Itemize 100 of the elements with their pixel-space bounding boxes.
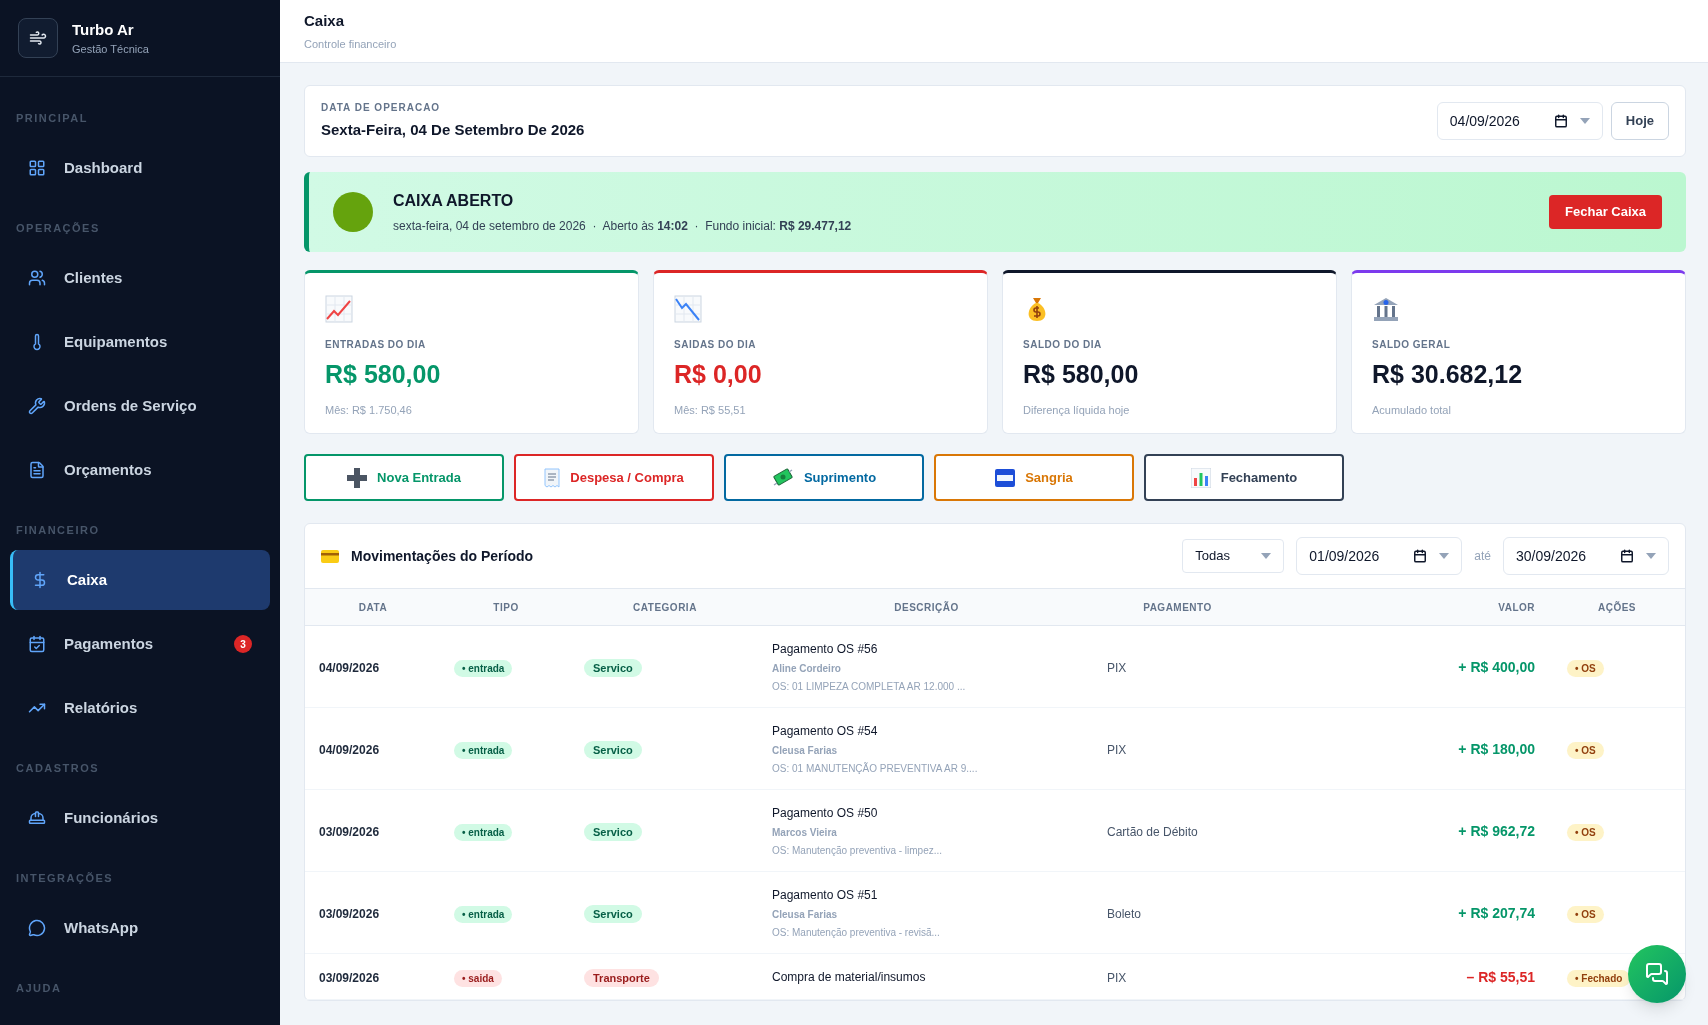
- status-tag[interactable]: • OS: [1567, 905, 1604, 923]
- action-button[interactable]: Suprimento: [724, 454, 924, 501]
- order-detail: OS: Manutenção preventiva - revisã...: [772, 925, 941, 940]
- chat-icon: [1645, 962, 1669, 986]
- nav-icon: [28, 919, 46, 937]
- stat-note: Mês: R$ 1.750,46: [325, 402, 413, 418]
- caret-icon: [1439, 553, 1450, 559]
- stat-note: Acumulado total: [1372, 402, 1452, 418]
- nav-item[interactable]: Pagamentos 3: [10, 614, 270, 674]
- type-filter[interactable]: Todas: [1182, 539, 1285, 573]
- column-header: VALOR: [1498, 601, 1535, 613]
- value-cell: + R$ 400,00: [1458, 658, 1535, 675]
- status-tag[interactable]: • OS: [1567, 659, 1604, 677]
- payment-cell: Cartão de Débito: [1107, 824, 1198, 839]
- start-date-field[interactable]: 01/09/2026: [1296, 537, 1463, 575]
- column-header: PAGAMENTO: [1143, 601, 1212, 613]
- client-name: Aline Cordeiro: [772, 661, 842, 676]
- client-name: Marcos Vieira: [772, 825, 838, 840]
- section-label: INTEGRAÇÕES: [16, 870, 114, 886]
- value-cell: + R$ 962,72: [1458, 822, 1535, 839]
- payment-cell: PIX: [1107, 742, 1127, 757]
- plus-icon: [347, 467, 368, 488]
- action-button[interactable]: Despesa / Compra: [514, 454, 714, 501]
- close-register-button[interactable]: Fechar Caixa: [1549, 195, 1662, 229]
- end-date-field[interactable]: 30/09/2026: [1503, 537, 1669, 575]
- section-label: PRINCIPAL: [16, 110, 88, 126]
- status-details: sexta-feira, 04 de setembro de 2026 · Aberto às 14:02 · Fundo inicial: R$ 29.477,12: [393, 218, 853, 235]
- caret-icon: [1579, 118, 1590, 124]
- description-text: Pagamento OS #56: [772, 640, 879, 658]
- count-badge: 3: [234, 635, 252, 653]
- bar-chart-icon: [1190, 467, 1211, 488]
- until-label: até: [1474, 548, 1491, 565]
- credit-card-icon: [321, 549, 339, 563]
- stat-value: R$ 0,00: [674, 359, 763, 390]
- date-label: DATA DE OPERACAO: [321, 101, 442, 116]
- stat-label: SALDO GERAL: [1372, 338, 1452, 352]
- nav-item[interactable]: Equipamentos: [10, 312, 270, 372]
- chart-up-icon: [325, 295, 353, 323]
- page-subtitle: Controle financeiro: [304, 37, 398, 52]
- nav-item[interactable]: Caixa: [10, 550, 270, 610]
- atm-icon: [995, 468, 1016, 487]
- column-header: CATEGORIA: [633, 601, 697, 613]
- type-tag: • saida: [454, 969, 502, 987]
- client-name: Cleusa Farias: [772, 907, 839, 922]
- value-cell: + R$ 207,74: [1458, 904, 1535, 921]
- order-detail: OS: Manutenção preventiva - limpez...: [772, 843, 944, 858]
- payment-cell: PIX: [1107, 660, 1127, 675]
- brand-subtitle: Gestão Técnica: [72, 42, 149, 57]
- section-label: FINANCEIRO: [16, 522, 100, 538]
- nav-item[interactable]: Dashboard: [10, 138, 270, 198]
- type-tag: • entrada: [454, 905, 513, 923]
- date-cell: 03/09/2026: [319, 906, 380, 921]
- section-label: OPERAÇÕES: [16, 220, 100, 236]
- category-tag: Transporte: [584, 968, 659, 987]
- category-tag: Servico: [584, 740, 642, 759]
- caret-icon: [1261, 553, 1272, 559]
- nav-item[interactable]: Clientes: [10, 248, 270, 308]
- status-title: CAIXA ABERTO: [393, 191, 515, 211]
- value-cell: – R$ 55,51: [1466, 968, 1535, 985]
- description-text: Pagamento OS #54: [772, 722, 879, 740]
- brand-name: Turbo Ar: [72, 19, 135, 40]
- section-label: AJUDA: [16, 980, 62, 996]
- nav-icon: [28, 461, 46, 479]
- nav-item[interactable]: Funcionários: [10, 788, 270, 848]
- calendar-icon: [1553, 114, 1568, 128]
- client-name: Cleusa Farias: [772, 743, 839, 758]
- payment-cell: PIX: [1107, 970, 1127, 985]
- description-text: Pagamento OS #51: [772, 886, 879, 904]
- stat-note: Diferença líquida hoje: [1023, 402, 1131, 418]
- nav-item[interactable]: Ordens de Serviço: [10, 376, 270, 436]
- category-tag: Servico: [584, 822, 642, 841]
- nav-item[interactable]: WhatsApp: [10, 898, 270, 958]
- section-label: CADASTROS: [16, 760, 100, 776]
- nav-item[interactable]: Relatórios: [10, 678, 270, 738]
- caret-icon: [1646, 553, 1656, 559]
- category-tag: Servico: [584, 658, 642, 677]
- stat-label: SALDO DO DIA: [1023, 338, 1103, 352]
- nav-item[interactable]: Orçamentos: [10, 440, 270, 500]
- action-button[interactable]: Fechamento: [1144, 454, 1344, 501]
- status-tag[interactable]: • OS: [1567, 823, 1604, 841]
- stat-value: R$ 30.682,12: [1372, 359, 1524, 390]
- category-tag: Servico: [584, 904, 642, 923]
- date-value: Sexta-Feira, 04 De Setembro De 2026: [321, 120, 585, 141]
- order-detail: OS: 01 LIMPEZA COMPLETA AR 12.000 ...: [772, 679, 967, 694]
- calendar-icon: [1413, 549, 1428, 563]
- date-cell: 03/09/2026: [319, 824, 380, 839]
- nav-icon: [28, 635, 46, 653]
- action-button[interactable]: Nova Entrada: [304, 454, 504, 501]
- status-tag[interactable]: • Fechado: [1567, 969, 1631, 987]
- stat-label: SAIDAS DO DIA: [674, 338, 758, 352]
- date-field[interactable]: 04/09/2026: [1436, 102, 1603, 140]
- status-tag[interactable]: • OS: [1567, 741, 1604, 759]
- type-tag: • entrada: [454, 741, 513, 759]
- nav-icon: [28, 809, 46, 827]
- today-button[interactable]: Hoje: [1610, 102, 1669, 140]
- description-text: Compra de material/insumos: [772, 968, 927, 986]
- calendar-icon: [1620, 549, 1634, 563]
- column-header: AÇÕES: [1597, 601, 1637, 613]
- stat-note: Mês: R$ 55,51: [674, 402, 747, 418]
- receipt-icon: [544, 467, 561, 488]
